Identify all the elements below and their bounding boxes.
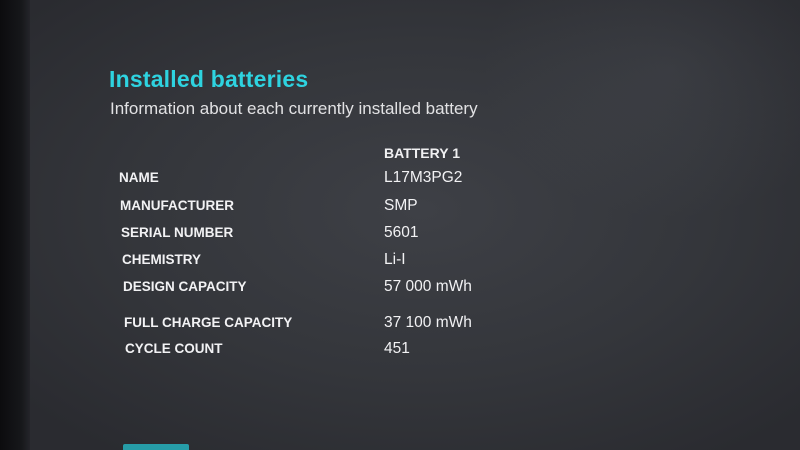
row-label: CHEMISTRY xyxy=(122,252,202,267)
row-value: 37 100 mWh xyxy=(384,314,472,331)
row-label: MANUFACTURER xyxy=(120,198,234,213)
table-row-full-charge-capacity: FULL CHARGE CAPACITY 37 100 mWh xyxy=(0,313,800,335)
battery-column-header: BATTERY 1 xyxy=(384,145,460,161)
row-label: SERIAL NUMBER xyxy=(121,225,234,240)
row-value: L17M3PG2 xyxy=(384,169,463,186)
table-row-name: NAME L17M3PG2 xyxy=(0,168,800,190)
table-row-manufacturer: MANUFACTURER SMP xyxy=(0,196,800,218)
table-row-design-capacity: DESIGN CAPACITY 57 000 mWh xyxy=(0,277,800,299)
row-value: 451 xyxy=(384,340,410,357)
next-section-heading-cutoff xyxy=(123,440,193,450)
row-value: SMP xyxy=(384,197,418,214)
row-label: CYCLE COUNT xyxy=(125,341,223,356)
row-label: NAME xyxy=(119,170,159,185)
table-row-serial-number: SERIAL NUMBER 5601 xyxy=(0,223,800,245)
table-row-cycle-count: CYCLE COUNT 451 xyxy=(0,339,800,361)
row-value: Li-I xyxy=(384,251,406,268)
section-title: Installed batteries xyxy=(109,66,309,92)
table-row-chemistry: CHEMISTRY Li-I xyxy=(0,250,800,272)
battery-report-screen: Installed batteries Information about ea… xyxy=(0,0,800,450)
row-label: DESIGN CAPACITY xyxy=(123,279,247,294)
section-subtitle: Information about each currently install… xyxy=(110,99,478,118)
row-value: 57 000 mWh xyxy=(384,278,472,295)
row-label: FULL CHARGE CAPACITY xyxy=(124,315,293,330)
row-value: 5601 xyxy=(384,224,419,241)
